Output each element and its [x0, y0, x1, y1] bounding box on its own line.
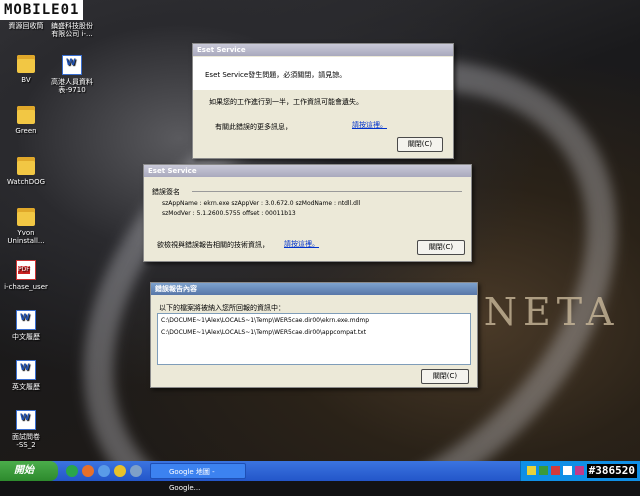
- system-tray: #386520: [520, 461, 640, 481]
- taskbar-window-google-maps[interactable]: Google 地圖 - Google...: [150, 463, 246, 492]
- firefox-icon[interactable]: [82, 465, 94, 477]
- quicklaunch-icon[interactable]: [66, 465, 78, 477]
- desktop-icon-ichase-user[interactable]: i-chase_user: [0, 260, 52, 291]
- report-file-list[interactable]: C:\DOCUME~1\Alex\LOCALS~1\Temp\WER5cae.d…: [157, 313, 471, 365]
- desktop-icon-label: 高港人員資料 表-9710: [51, 78, 93, 94]
- desktop-icon-label: 面試問卷 -SS_2: [12, 433, 40, 449]
- close-button[interactable]: 關閉(C): [417, 240, 465, 255]
- desktop-icon-recycle-bin[interactable]: 資源回收筒: [0, 22, 52, 30]
- desktop-icon-green[interactable]: Green: [0, 106, 52, 135]
- dialog-message: Eset Service發生問題，必須關閉，請見諒。: [205, 71, 347, 79]
- error-report-contents-dialog: 錯誤報告內容 以下的檔案將被納入您所回報的資訊中： C:\DOCUME~1\Al…: [150, 282, 478, 388]
- error-signature-dialog: Eset Service 錯誤簽名 szAppName : ekrn.exe s…: [143, 164, 472, 262]
- desktop-icon-label: Yvon Uninstall...: [7, 229, 45, 245]
- desktop-icon-label: BV: [21, 76, 31, 84]
- start-button[interactable]: 開始: [0, 461, 58, 481]
- error-signature-label: 錯誤簽名: [152, 188, 180, 196]
- word-document-icon: [16, 310, 36, 330]
- tech-info-text: 欲檢視與錯誤報告相關的技術資訊，: [157, 241, 269, 249]
- desktop-icon-label: Green: [15, 127, 37, 135]
- section-divider: [192, 191, 462, 192]
- signature-line-1: szAppName : ekrn.exe szAppVer : 3.0.672.…: [162, 200, 361, 207]
- signature-line-2: szModVer : 5.1.2600.5755 offset : 00011b…: [162, 210, 296, 217]
- folder-icon: [17, 55, 35, 73]
- close-button[interactable]: 關閉(C): [421, 369, 469, 384]
- folder-icon: [17, 157, 35, 175]
- watermark-id: #386520: [586, 464, 637, 478]
- desktop-icon-label: 資源回收筒: [8, 22, 44, 30]
- folder-icon: [17, 106, 35, 124]
- report-subtitle: 以下的檔案將被納入您所回報的資訊中：: [159, 304, 285, 312]
- folder-icon: [17, 208, 35, 226]
- word-document-icon: [62, 55, 82, 75]
- tray-icon[interactable]: [527, 466, 536, 475]
- taskbar: 開始 Google 地圖 - Google... #386520: [0, 461, 640, 492]
- desktop-icon-chinese-resume[interactable]: 中文履歷: [0, 310, 52, 341]
- desktop-icon-interview-questionnaire[interactable]: 面試問卷 -SS_2: [0, 410, 52, 449]
- close-button[interactable]: 關閉(C): [397, 137, 443, 152]
- tray-icon[interactable]: [539, 466, 548, 475]
- dialog-header-panel: Eset Service發生問題，必須關閉，請見諒。: [193, 57, 453, 90]
- pdf-icon: [16, 260, 36, 280]
- desktop-icon-bv[interactable]: BV: [0, 55, 52, 84]
- mobile01-logo: MOBILE01: [0, 0, 84, 20]
- more-info-text: 有關此錯誤的更多訊息，: [215, 123, 292, 131]
- desktop-icon-label: WatchDOG: [6, 178, 46, 186]
- chrome-icon[interactable]: [114, 465, 126, 477]
- desktop-icon-english-resume[interactable]: 英文履歷: [0, 360, 52, 391]
- show-desktop-icon[interactable]: [130, 465, 142, 477]
- file-item: C:\DOCUME~1\Alex\LOCALS~1\Temp\WER5cae.d…: [161, 317, 370, 324]
- tray-icon[interactable]: [563, 466, 572, 475]
- word-document-icon: [16, 360, 36, 380]
- desktop-icon-label: i-chase_user: [4, 283, 48, 291]
- word-document-icon: [16, 410, 36, 430]
- error-dialog-main: Eset Service Eset Service發生問題，必須關閉，請見諒。 …: [192, 43, 454, 159]
- desktop-icon-staff-data[interactable]: 高港人員資料 表-9710: [46, 55, 98, 94]
- desktop-icon-watchdog[interactable]: WatchDOG: [0, 157, 52, 186]
- dialog-warning-text: 如果您的工作進行到一半，工作資訊可能會遺失。: [209, 98, 363, 106]
- desktop-icon-yvon-uninstall[interactable]: Yvon Uninstall...: [0, 208, 52, 245]
- more-info-link[interactable]: 請按這裡。: [352, 120, 387, 130]
- dialog-titlebar[interactable]: 錯誤報告內容: [151, 283, 477, 295]
- desktop-icon-label: 鎮盛科技股份 有限公司 i-...: [51, 22, 93, 38]
- dialog-titlebar[interactable]: Eset Service: [193, 44, 453, 56]
- dialog-titlebar[interactable]: Eset Service: [144, 165, 471, 177]
- desktop-icon-company-doc[interactable]: 鎮盛科技股份 有限公司 i-...: [46, 22, 98, 38]
- file-item: C:\DOCUME~1\Alex\LOCALS~1\Temp\WER5cae.d…: [161, 329, 367, 336]
- tray-icon[interactable]: [575, 466, 584, 475]
- desktop-icon-label: 英文履歷: [12, 383, 40, 391]
- tech-info-link[interactable]: 請按這裡。: [284, 239, 319, 249]
- ie-icon[interactable]: [98, 465, 110, 477]
- desktop-icon-label: 中文履歷: [12, 333, 40, 341]
- tray-icon[interactable]: [551, 466, 560, 475]
